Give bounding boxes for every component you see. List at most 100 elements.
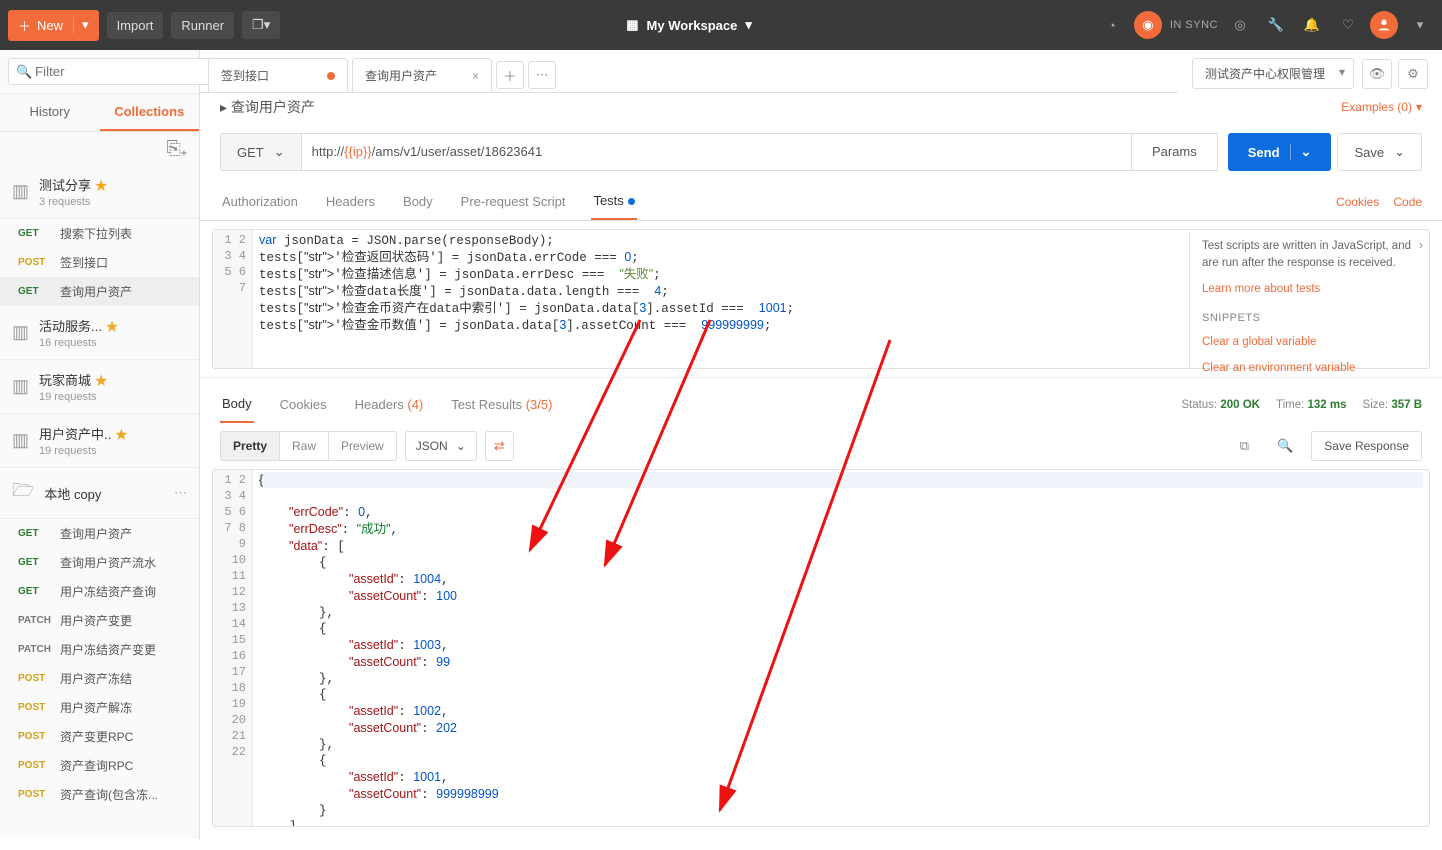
raw-button[interactable]: Raw — [280, 431, 329, 461]
folder-icon: ▥ — [12, 181, 29, 202]
chevron-down-icon: ⌄ — [274, 144, 285, 160]
folder-open-icon: 🗁 — [12, 478, 34, 508]
tab-collections[interactable]: Collections — [100, 94, 200, 131]
filter-input[interactable] — [8, 58, 221, 85]
folder-icon: ▥ — [12, 376, 29, 397]
chevron-down-icon[interactable]: ▾ — [73, 17, 89, 33]
star-icon: ★ — [105, 319, 118, 334]
code-link[interactable]: Code — [1393, 195, 1422, 209]
collection-folder[interactable]: 🗁 本地 copy ⋯ — [0, 468, 199, 519]
pretty-button[interactable]: Pretty — [220, 431, 280, 461]
tests-editor[interactable]: var jsonData = JSON.parse(responseBody);… — [253, 230, 1189, 368]
tab-overflow-button[interactable]: ⋯ — [528, 61, 556, 89]
eye-icon[interactable]: 👁 — [1362, 59, 1392, 89]
format-selector[interactable]: JSON ⌄ — [405, 431, 477, 461]
resp-tab-headers[interactable]: Headers (4) — [353, 387, 426, 422]
preview-button[interactable]: Preview — [329, 431, 397, 461]
collection-item[interactable]: ▥ 玩家商城 ★19 requests — [0, 360, 199, 414]
proxy-icon[interactable]: ◔ — [1098, 11, 1126, 39]
add-tab-button[interactable]: ＋ — [496, 61, 524, 89]
request-item[interactable]: GET查询用户资产 — [0, 277, 199, 306]
request-item[interactable]: GET用户冻结资产查询 — [0, 577, 199, 606]
save-button[interactable]: Save ⌄ — [1337, 133, 1422, 171]
chevron-down-icon[interactable]: ⌄ — [1290, 144, 1312, 160]
request-item[interactable]: POST资产查询RPC — [0, 751, 199, 780]
heart-icon[interactable]: ♡ — [1334, 11, 1362, 39]
tab-body[interactable]: Body — [401, 184, 435, 219]
cookies-link[interactable]: Cookies — [1336, 195, 1379, 209]
chevron-down-icon[interactable]: ▾ — [1406, 11, 1434, 39]
copy-icon[interactable]: ⧉ — [1230, 431, 1259, 461]
search-icon: 🔍 — [16, 64, 32, 80]
collection-item[interactable]: ▥ 测试分享 ★3 requests — [0, 165, 199, 219]
request-item[interactable]: PATCH用户资产变更 — [0, 606, 199, 635]
caret-icon[interactable]: ▸ — [220, 99, 227, 115]
wrench-icon[interactable]: 🔧 — [1262, 11, 1290, 39]
request-tab[interactable]: 查询用户资产 × — [352, 58, 492, 92]
request-item[interactable]: GET查询用户资产 — [0, 519, 199, 548]
chevron-down-icon: ▾ — [745, 17, 752, 33]
gear-icon[interactable]: ⚙ — [1398, 59, 1428, 89]
avatar[interactable] — [1370, 11, 1398, 39]
search-response-icon[interactable]: 🔍 — [1267, 431, 1303, 461]
workspace-selector[interactable]: ▦ My Workspace ▾ — [626, 17, 752, 33]
response-body[interactable]: { "errCode": 0, "errDesc": "成功", "data":… — [253, 470, 1429, 826]
tab-headers[interactable]: Headers — [324, 184, 377, 219]
request-item[interactable]: POST签到接口 — [0, 248, 199, 277]
tab-history[interactable]: History — [0, 94, 100, 131]
line-gutter: 1 2 3 4 5 6 7 — [213, 230, 253, 368]
request-tab[interactable]: 签到接口 — [208, 58, 348, 92]
more-icon[interactable]: ⋯ — [174, 485, 187, 501]
import-button[interactable]: Import — [107, 12, 164, 39]
tab-tests[interactable]: Tests — [591, 183, 636, 220]
snippet-link[interactable]: Clear a global variable — [1202, 334, 1417, 351]
snippet-link[interactable]: Clear an environment variable — [1202, 360, 1417, 377]
chevron-down-icon: ⌄ — [456, 439, 466, 453]
sync-icon[interactable]: ◉ — [1134, 11, 1162, 39]
request-item[interactable]: PATCH用户冻结资产变更 — [0, 635, 199, 664]
wrap-icon[interactable]: ⇄ — [485, 431, 514, 461]
environment-selector[interactable]: 测试资产中心权限管理 — [1192, 58, 1354, 89]
satellite-icon[interactable]: ◎ — [1226, 11, 1254, 39]
collection-item[interactable]: ▥ 用户资产中.. ★19 requests — [0, 414, 199, 468]
examples-link[interactable]: Examples (0) ▾ — [1341, 100, 1422, 114]
folder-icon: ▥ — [12, 322, 29, 343]
request-item[interactable]: POST资产变更RPC — [0, 722, 199, 751]
request-item[interactable]: POST用户资产解冻 — [0, 693, 199, 722]
new-window-button[interactable]: ❐▾ — [242, 11, 280, 39]
tab-authorization[interactable]: Authorization — [220, 184, 300, 219]
request-item[interactable]: GET查询用户资产流水 — [0, 548, 199, 577]
tab-prerequest[interactable]: Pre-request Script — [459, 184, 568, 219]
url-input[interactable]: http://{{ip}}/ams/v1/user/asset/18623641 — [302, 133, 1132, 171]
json-gutter: 1 2 3 4 5 6 7 8 9 10 11 12 13 14 15 16 1… — [213, 470, 253, 826]
size-value: 357 B — [1391, 399, 1422, 411]
method-selector[interactable]: GET ⌄ — [220, 133, 302, 171]
top-toolbar: ＋ New ▾ Import Runner ❐▾ ▦ My Workspace … — [0, 0, 1442, 50]
resp-tab-body[interactable]: Body — [220, 386, 254, 423]
plus-icon: ＋ — [18, 16, 31, 35]
close-icon[interactable]: × — [472, 69, 479, 83]
dirty-indicator-icon — [327, 72, 335, 80]
learn-more-link[interactable]: Learn more about tests — [1202, 281, 1417, 298]
save-response-button[interactable]: Save Response — [1311, 431, 1422, 461]
chevron-down-icon[interactable]: ⌄ — [1394, 144, 1405, 160]
add-collection-icon[interactable]: ⎘₊ — [166, 138, 187, 158]
runner-button[interactable]: Runner — [171, 12, 234, 39]
star-icon: ★ — [115, 427, 128, 442]
new-button[interactable]: ＋ New ▾ — [8, 10, 99, 41]
request-item[interactable]: POST资产查询(包含冻... — [0, 780, 199, 809]
bell-icon[interactable]: 🔔 — [1298, 11, 1326, 39]
indicator-dot-icon — [628, 198, 635, 205]
collection-item[interactable]: ▥ 活动服务... ★16 requests — [0, 306, 199, 360]
resp-tab-testresults[interactable]: Test Results (3/5) — [449, 387, 554, 422]
request-item[interactable]: POST用户资产冻结 — [0, 664, 199, 693]
star-icon: ★ — [95, 373, 108, 388]
send-button[interactable]: Send ⌄ — [1228, 133, 1332, 171]
params-button[interactable]: Params — [1132, 133, 1218, 171]
view-mode-group: Pretty Raw Preview — [220, 431, 397, 461]
grid-icon: ▦ — [626, 17, 638, 33]
request-title: 查询用户资产 — [231, 99, 315, 115]
resp-tab-cookies[interactable]: Cookies — [278, 387, 329, 422]
chevron-right-icon[interactable]: › — [1419, 238, 1423, 255]
request-item[interactable]: GET搜索下拉列表 — [0, 219, 199, 248]
